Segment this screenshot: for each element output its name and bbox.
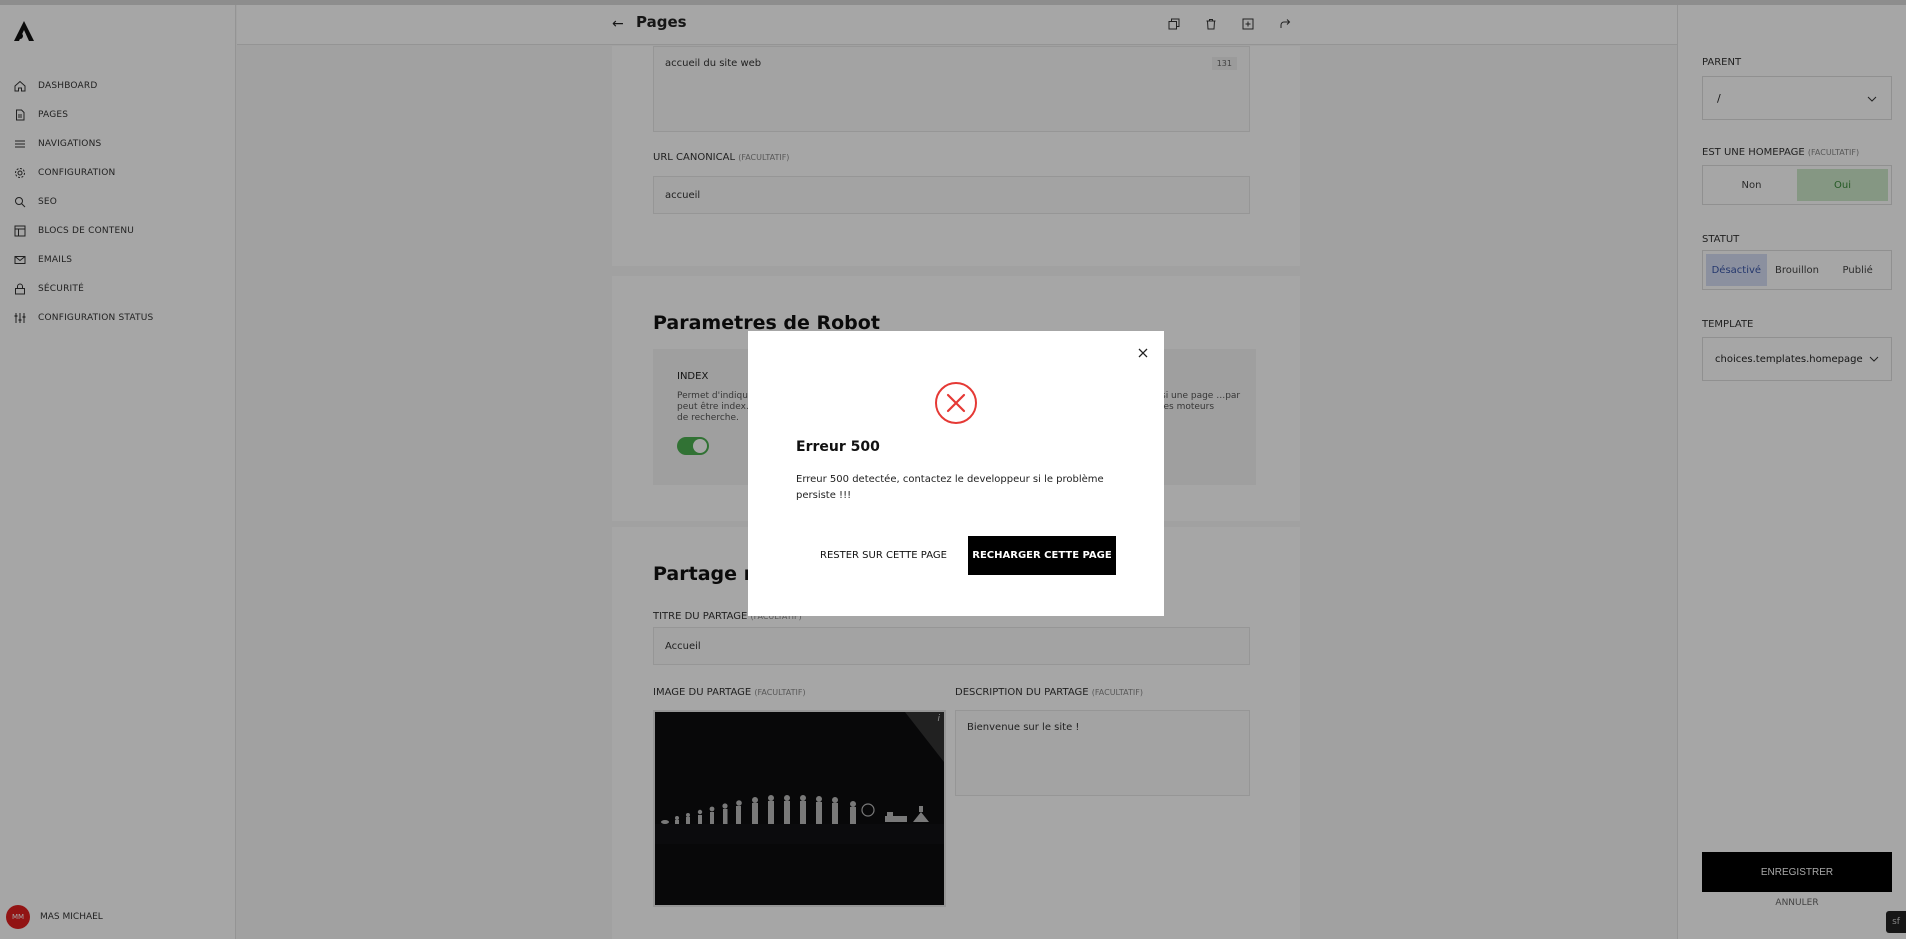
error-modal: Erreur 500 Erreur 500 detectée, contacte…	[748, 331, 1164, 616]
reload-page-button[interactable]: RECHARGER CETTE PAGE	[968, 536, 1116, 575]
modal-message: Erreur 500 detectée, contactez le develo…	[796, 474, 1104, 501]
close-icon[interactable]	[1136, 345, 1150, 359]
error-icon	[935, 382, 977, 424]
stay-on-page-button[interactable]: RESTER SUR CETTE PAGE	[820, 536, 947, 575]
modal-title: Erreur 500	[796, 439, 880, 455]
